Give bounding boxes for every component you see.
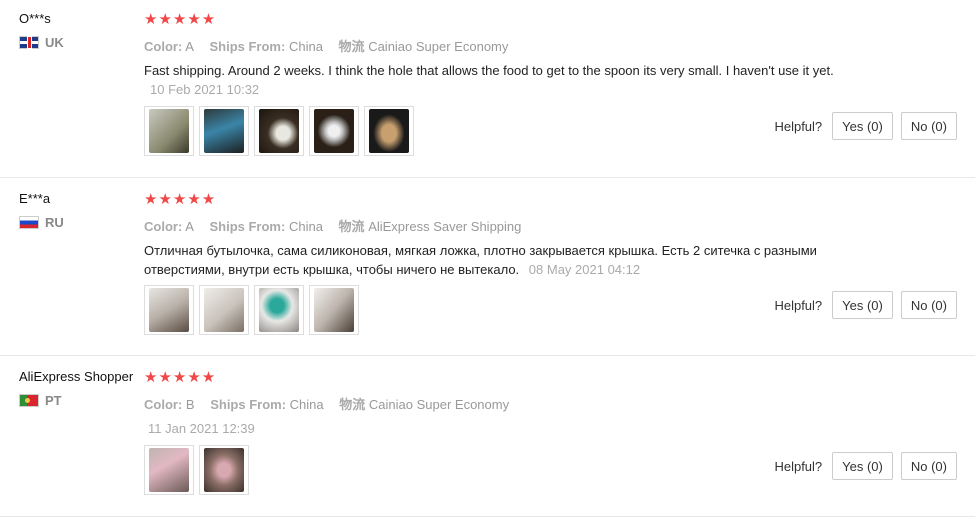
color-value: A: [185, 39, 194, 54]
country-code: RU: [45, 215, 64, 230]
color-value: B: [185, 397, 195, 412]
reviewer-info: E***a RU: [19, 191, 144, 230]
review-photos: [144, 445, 249, 495]
logistics-value: AliExpress Saver Shipping: [368, 219, 522, 234]
ships-from-label: Ships From:: [209, 39, 286, 54]
pt-flag-icon: [19, 394, 39, 407]
review-photo-thumbnail[interactable]: [309, 285, 359, 335]
ships-from-value: China: [288, 219, 323, 234]
helpful-label: Helpful?: [774, 297, 823, 313]
review-item: O***s UK ★★★★★ Color: A Ships From: Chin…: [0, 0, 975, 178]
logistics-label: 物流: [338, 39, 365, 54]
reviewer-country: PT: [19, 393, 144, 408]
ships-from-label: Ships From:: [209, 219, 286, 234]
review-photo-thumbnail[interactable]: [144, 106, 194, 156]
color-value: A: [185, 219, 194, 234]
review-photo-thumbnail[interactable]: [364, 106, 414, 156]
reviewer-info: AliExpress Shopper PT: [19, 369, 144, 408]
reviewer-name: E***a: [19, 191, 51, 206]
helpful-controls: Helpful? Yes (0) No (0): [774, 112, 957, 140]
helpful-no-button[interactable]: No (0): [900, 291, 957, 319]
review-photo-thumbnail[interactable]: [254, 106, 304, 156]
star-rating: ★★★★★: [144, 369, 217, 386]
uk-flag-icon: [19, 36, 39, 49]
helpful-label: Helpful?: [774, 458, 823, 474]
ships-from-label: Ships From:: [210, 397, 287, 412]
star-rating: ★★★★★: [144, 191, 217, 208]
review-photo-thumbnail[interactable]: [144, 285, 194, 335]
review-photos: [144, 106, 414, 156]
helpful-yes-button[interactable]: Yes (0): [832, 452, 893, 480]
helpful-controls: Helpful? Yes (0) No (0): [774, 291, 957, 319]
review-photo-thumbnail[interactable]: [254, 285, 304, 335]
review-meta: Color: A Ships From: China 物流 AliExpress…: [144, 216, 864, 235]
helpful-no-button[interactable]: No (0): [900, 452, 957, 480]
star-rating: ★★★★★: [144, 11, 217, 28]
reviewer-country: RU: [19, 215, 144, 230]
helpful-no-button[interactable]: No (0): [900, 112, 957, 140]
review-date: 10 Feb 2021 10:32: [150, 82, 260, 97]
reviewer-country: UK: [19, 35, 144, 50]
helpful-label: Helpful?: [774, 118, 823, 134]
ships-from-value: China: [288, 39, 323, 54]
review-date: 08 May 2021 04:12: [528, 262, 641, 277]
country-code: UK: [45, 35, 64, 50]
helpful-yes-button[interactable]: Yes (0): [832, 291, 893, 319]
review-text-block: Fast shipping. Around 2 weeks. I think t…: [144, 61, 854, 99]
review-photo-thumbnail[interactable]: [144, 445, 194, 495]
logistics-value: Cainiao Super Economy: [368, 39, 509, 54]
ships-from-value: China: [289, 397, 324, 412]
review-item: AliExpress Shopper PT ★★★★★ Color: B Shi…: [0, 356, 975, 517]
reviewer-name: AliExpress Shopper: [19, 369, 134, 384]
helpful-controls: Helpful? Yes (0) No (0): [774, 452, 957, 480]
color-label: Color:: [144, 39, 183, 54]
review-item: E***a RU ★★★★★ Color: A Ships From: Chin…: [0, 178, 975, 356]
review-meta: Color: A Ships From: China 物流 Cainiao Su…: [144, 36, 864, 55]
review-photo-thumbnail[interactable]: [199, 106, 249, 156]
reviewer-name: O***s: [19, 11, 51, 26]
logistics-label: 物流: [338, 219, 365, 234]
logistics-label: 物流: [339, 397, 366, 412]
color-label: Color:: [144, 397, 183, 412]
review-photo-thumbnail[interactable]: [199, 445, 249, 495]
reviewer-info: O***s UK: [19, 11, 144, 50]
review-content: ★★★★★ Color: A Ships From: China 物流 Cain…: [144, 11, 864, 99]
review-photo-thumbnail[interactable]: [199, 285, 249, 335]
review-content: ★★★★★ Color: A Ships From: China 物流 AliE…: [144, 191, 864, 279]
review-text: Fast shipping. Around 2 weeks. I think t…: [144, 63, 834, 78]
review-text-block: Отличная бутылочка, сама силиконовая, мя…: [144, 241, 854, 279]
country-code: PT: [45, 393, 62, 408]
logistics-value: Cainiao Super Economy: [368, 397, 510, 412]
helpful-yes-button[interactable]: Yes (0): [832, 112, 893, 140]
review-photo-thumbnail[interactable]: [309, 106, 359, 156]
review-text-block: 11 Jan 2021 12:39: [144, 419, 854, 438]
review-meta: Color: B Ships From: China 物流 Cainiao Su…: [144, 394, 864, 413]
ru-flag-icon: [19, 216, 39, 229]
review-date: 11 Jan 2021 12:39: [148, 421, 255, 436]
review-content: ★★★★★ Color: B Ships From: China 物流 Cain…: [144, 369, 864, 438]
review-photos: [144, 285, 359, 335]
review-text: Отличная бутылочка, сама силиконовая, мя…: [144, 243, 817, 277]
color-label: Color:: [144, 219, 183, 234]
